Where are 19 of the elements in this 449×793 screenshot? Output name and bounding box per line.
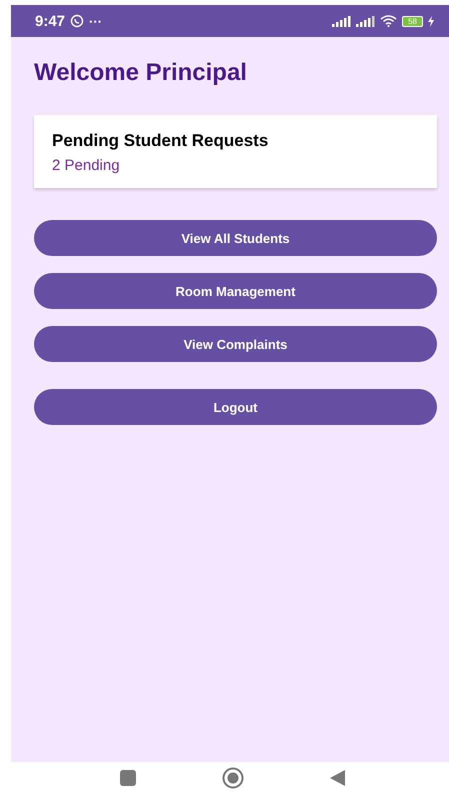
card-title: Pending Student Requests bbox=[52, 131, 270, 151]
home-icon[interactable] bbox=[222, 766, 244, 788]
clock: 9:47 bbox=[35, 12, 66, 30]
requests-card[interactable]: Pending Student Requests 2 Pending bbox=[34, 115, 437, 188]
back-icon[interactable] bbox=[330, 770, 345, 786]
action-button[interactable]: View All Students bbox=[34, 220, 437, 256]
recents-icon[interactable] bbox=[120, 770, 136, 786]
action-button[interactable]: View Complaints bbox=[34, 326, 437, 362]
battery-indicator: 58 bbox=[402, 16, 423, 26]
more-notifications: ··· bbox=[89, 14, 102, 28]
charging-icon bbox=[428, 16, 434, 26]
wifi-icon bbox=[380, 15, 398, 27]
chat-icon bbox=[70, 14, 84, 28]
page-title: Welcome Principal bbox=[34, 58, 248, 88]
signal-icon bbox=[356, 16, 376, 26]
pending-count: 2 Pending bbox=[52, 157, 121, 174]
action-button[interactable]: Room Management bbox=[34, 273, 437, 309]
signal-icon bbox=[332, 16, 352, 26]
action-button[interactable]: Logout bbox=[34, 389, 437, 425]
